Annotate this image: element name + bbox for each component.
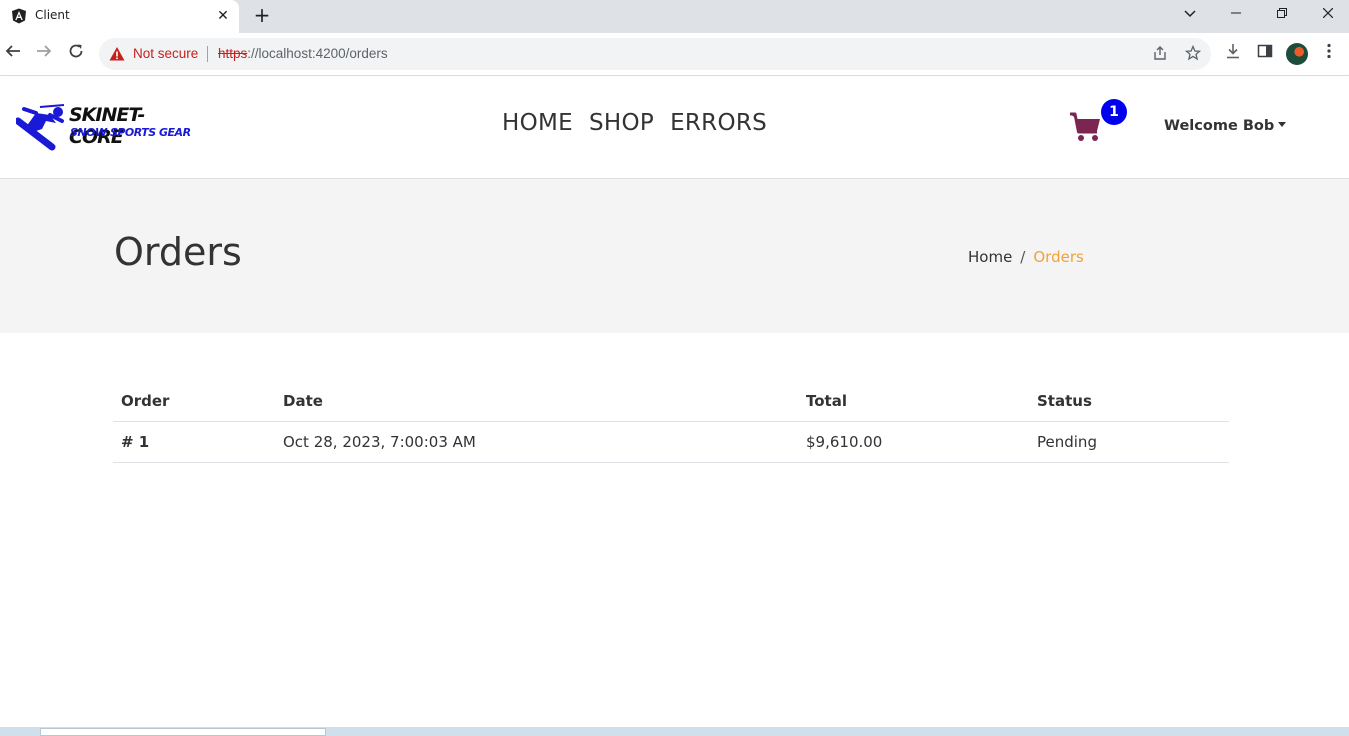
- page-header: Orders Home / Orders: [0, 179, 1349, 333]
- browser-tab-strip: Client ✕ +: [0, 0, 1349, 33]
- table-header-row: Order Date Total Status: [113, 382, 1229, 422]
- warning-icon[interactable]: [109, 46, 125, 62]
- browser-toolbar: Not secure https://localhost:4200/orders: [0, 33, 1349, 76]
- profile-avatar[interactable]: [1286, 43, 1308, 65]
- bookmark-star-icon[interactable]: [1184, 44, 1202, 63]
- share-icon[interactable]: [1151, 45, 1169, 63]
- column-header-status: Status: [1029, 382, 1229, 422]
- reload-icon[interactable]: [65, 43, 87, 65]
- page-title: Orders: [114, 230, 242, 274]
- os-taskbar: [0, 727, 1349, 736]
- url-scheme: https: [218, 46, 248, 61]
- breadcrumb: Home / Orders: [968, 248, 1084, 266]
- main-nav: HOME SHOP ERRORS: [502, 110, 767, 142]
- tab-title: Client: [35, 8, 70, 22]
- close-tab-icon[interactable]: ✕: [214, 7, 232, 25]
- download-icon[interactable]: [1222, 43, 1244, 65]
- orders-table: Order Date Total Status # 1 Oct 28, 2023…: [113, 382, 1229, 463]
- column-header-total: Total: [798, 382, 1029, 422]
- address-divider: [207, 46, 208, 62]
- breadcrumb-separator: /: [1020, 248, 1026, 266]
- site-logo[interactable]: SKINET-CORE SNOW SPORTS GEAR: [16, 101, 191, 153]
- minimize-icon[interactable]: [1224, 5, 1248, 25]
- not-secure-label[interactable]: Not secure: [133, 46, 198, 61]
- taskbar-search[interactable]: [40, 728, 326, 736]
- restore-icon[interactable]: [1270, 5, 1294, 25]
- new-tab-icon[interactable]: +: [252, 5, 272, 26]
- url-path: ://localhost:4200/orders: [247, 46, 388, 61]
- side-panel-icon[interactable]: [1254, 43, 1276, 65]
- order-total-cell: $9,610.00: [798, 421, 1029, 463]
- logo-subtitle: SNOW SPORTS GEAR: [70, 126, 191, 139]
- angular-icon: [12, 8, 26, 24]
- cart-count-badge: 1: [1101, 99, 1127, 125]
- url-text[interactable]: https://localhost:4200/orders: [218, 46, 388, 61]
- order-status-cell: Pending: [1029, 421, 1229, 463]
- breadcrumb-home-link[interactable]: Home: [968, 248, 1012, 266]
- forward-icon[interactable]: [33, 43, 55, 65]
- column-header-date: Date: [275, 382, 798, 422]
- nav-errors-link[interactable]: ERRORS: [670, 110, 767, 142]
- caret-down-icon: [1278, 122, 1287, 127]
- user-menu-toggle[interactable]: Welcome Bob: [1164, 118, 1287, 134]
- address-bar[interactable]: Not secure https://localhost:4200/orders: [99, 38, 1211, 70]
- order-date-cell: Oct 28, 2023, 7:00:03 AM: [275, 421, 798, 463]
- browser-tab[interactable]: Client ✕: [0, 0, 239, 33]
- column-header-order: Order: [113, 382, 275, 422]
- tab-search-chevron-icon[interactable]: [1178, 5, 1202, 25]
- site-navbar: SKINET-CORE SNOW SPORTS GEAR HOME SHOP E…: [0, 77, 1349, 179]
- back-icon[interactable]: [2, 43, 24, 65]
- order-id-cell: # 1: [113, 421, 275, 463]
- cart-icon[interactable]: [1069, 111, 1103, 143]
- nav-home-link[interactable]: HOME: [502, 110, 573, 142]
- snowboarder-icon: [16, 104, 65, 151]
- window-close-icon[interactable]: [1316, 5, 1340, 25]
- nav-shop-link[interactable]: SHOP: [589, 110, 654, 142]
- more-menu-icon[interactable]: [1318, 43, 1340, 65]
- welcome-label: Welcome Bob: [1164, 118, 1275, 134]
- table-row[interactable]: # 1 Oct 28, 2023, 7:00:03 AM $9,610.00 P…: [113, 421, 1229, 463]
- breadcrumb-current: Orders: [1033, 248, 1084, 266]
